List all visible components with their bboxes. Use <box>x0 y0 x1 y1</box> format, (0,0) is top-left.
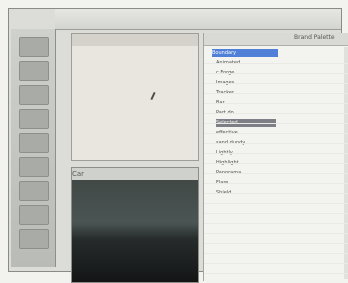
tool-button-1[interactable] <box>19 37 49 57</box>
tool-button-6[interactable] <box>19 157 49 177</box>
panel-stripe <box>204 133 348 134</box>
panel-stripe <box>204 193 348 194</box>
panel-stripe <box>204 93 348 94</box>
top-toolbar <box>55 9 341 30</box>
cursor-mark <box>150 91 156 101</box>
panel-stripe <box>204 253 348 254</box>
panel-stripe <box>204 163 348 164</box>
bottom-viewport[interactable]: Car <box>71 167 199 283</box>
panel-stripe <box>204 203 348 204</box>
panel-stripe <box>204 213 348 214</box>
tool-button-4[interactable] <box>19 109 49 129</box>
bottom-viewport-title: Car <box>72 168 198 180</box>
panel-stripe <box>204 113 348 114</box>
panel-stripe <box>204 83 348 84</box>
panel-title: Brand Palette <box>294 34 335 41</box>
tool-button-5[interactable] <box>19 133 49 153</box>
tool-button-2[interactable] <box>19 61 49 81</box>
panel-stripe <box>204 223 348 224</box>
panel-stripe <box>204 233 348 234</box>
brand-panel: Brand Palette BoundaryAnimatedc ForgeIma… <box>203 33 348 281</box>
panel-stripe <box>204 243 348 244</box>
panel-stripe <box>204 153 348 154</box>
tool-button-3[interactable] <box>19 85 49 105</box>
panel-stripe <box>204 63 348 64</box>
panel-title-bar: Brand Palette <box>204 33 348 46</box>
panel-stripe <box>204 273 348 274</box>
panel-stripe <box>204 103 348 104</box>
tool-button-9[interactable] <box>19 229 49 249</box>
top-viewport-title <box>72 34 198 46</box>
panel-stripe <box>204 263 348 264</box>
panel-stripe <box>204 123 348 124</box>
panel-stripe <box>204 73 348 74</box>
left-toolbar <box>11 29 56 267</box>
app-window: Car Brand Palette BoundaryAnimatedc Forg… <box>8 8 348 283</box>
panel-stripe <box>204 143 348 144</box>
panel-stripe <box>204 173 348 174</box>
tool-button-7[interactable] <box>19 181 49 201</box>
tool-button-8[interactable] <box>19 205 49 225</box>
tree-node[interactable]: Boundary <box>212 49 278 57</box>
panel-stripe <box>204 183 348 184</box>
top-viewport[interactable] <box>71 33 199 161</box>
tree-node-label: Boundary <box>212 50 237 56</box>
